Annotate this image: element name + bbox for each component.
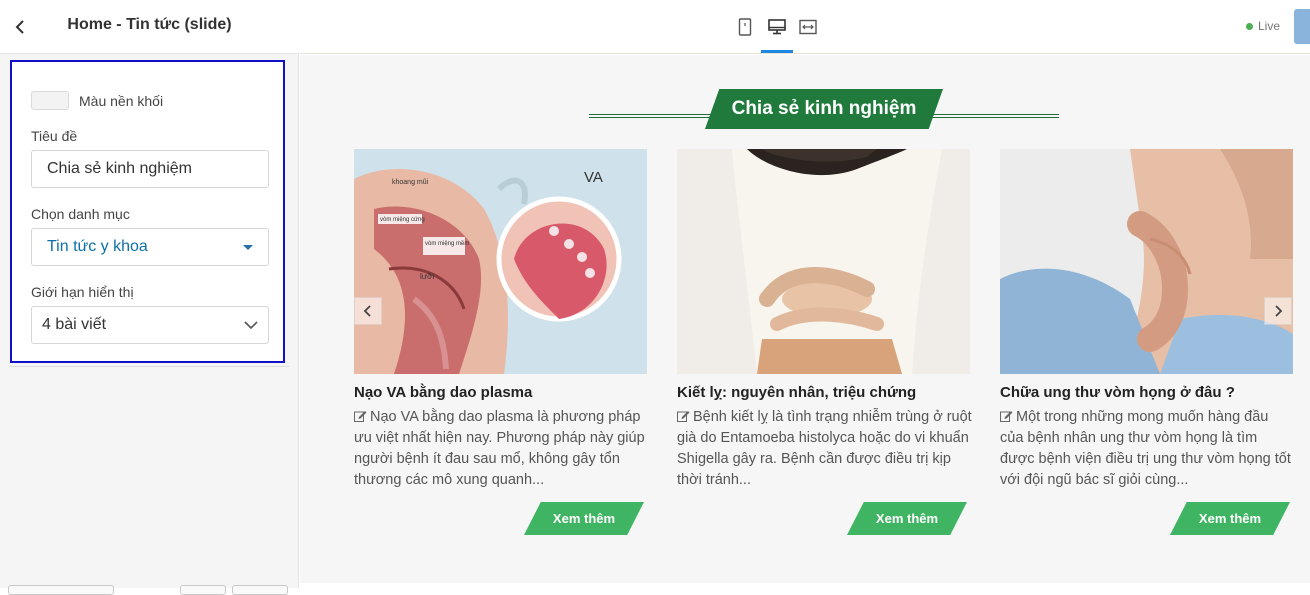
settings-panel: Màu nền khối Tiêu đề Chọn danh mục Tin t… <box>10 60 285 363</box>
card-description: Một trong những mong muốn hàng đầu của b… <box>1000 407 1295 491</box>
card-image-va[interactable]: VA khoang mũi vòm miệng cứng vòm miệng m… <box>354 149 647 374</box>
label-va: VA <box>584 169 603 186</box>
footer-button-mid[interactable] <box>180 585 226 595</box>
footer-button-left[interactable] <box>8 585 114 595</box>
title-label: Tiêu đề <box>31 128 78 144</box>
heading-line-right <box>930 114 1059 115</box>
read-more-button[interactable]: Xem thêm <box>1170 502 1290 535</box>
sidebar-header: Home - Tin tức (slide) <box>0 0 299 54</box>
news-card: Chữa ung thư vòm họng ở đâu ? Một trong … <box>1000 149 1293 535</box>
section-heading: Chia sẻ kinh nghiệm <box>705 89 943 129</box>
heading-line-left <box>589 114 719 115</box>
fullwidth-icon <box>799 19 817 35</box>
title-input[interactable] <box>31 150 269 188</box>
limit-select[interactable]: 4 bài viết <box>31 306 269 344</box>
slider-next-button[interactable] <box>1264 297 1292 325</box>
chevron-down-icon <box>244 320 258 329</box>
card-description-text: Một trong những mong muốn hàng đầu của b… <box>1000 409 1291 488</box>
card-title[interactable]: Chữa ung thư vòm họng ở đâu ? <box>1000 384 1300 401</box>
publish-button[interactable] <box>1294 9 1310 44</box>
news-card: Kiết lỵ: nguyên nhân, triệu chứng Bệnh k… <box>677 149 972 535</box>
footer-button-right[interactable] <box>232 585 288 595</box>
throat-pain-photo <box>1000 149 1293 374</box>
read-more-button[interactable]: Xem thêm <box>524 502 644 535</box>
device-mobile-button[interactable] <box>732 14 758 40</box>
caret-down-icon <box>243 244 253 250</box>
card-description: Bệnh kiết lỵ là tình trạng nhiễm trùng ở… <box>677 407 972 491</box>
heading-line-right-2 <box>930 117 1059 118</box>
card-image-dysentery[interactable] <box>677 149 970 374</box>
bg-color-row: Màu nền khối <box>31 91 163 110</box>
label-hard-palate: vòm miệng cứng <box>380 217 425 223</box>
heading-line-left-2 <box>589 117 719 118</box>
device-fullwidth-button[interactable] <box>795 14 821 40</box>
label-nasal: khoang mũi <box>392 179 429 186</box>
device-desktop-button[interactable] <box>764 14 790 40</box>
sidebar-footer <box>0 574 299 595</box>
label-soft-palate: vòm miệng mềm <box>425 241 469 247</box>
preview-toolbar: Live <box>300 0 1310 54</box>
stomach-ache-photo <box>677 149 970 374</box>
label-tongue: lưỡi <box>420 272 434 281</box>
card-description: Nạo VA bằng dao plasma là phương pháp ưu… <box>354 407 649 491</box>
news-card: VA khoang mũi vòm miệng cứng vòm miệng m… <box>354 149 647 535</box>
mobile-icon <box>738 18 752 36</box>
sidebar-title: Home - Tin tức (slide) <box>67 16 232 33</box>
slider-prev-button[interactable] <box>354 297 382 325</box>
category-label: Chọn danh mục <box>31 206 130 222</box>
edit-icon <box>677 411 690 422</box>
edit-icon <box>354 411 367 422</box>
card-description-text: Nạo VA bằng dao plasma là phương pháp ưu… <box>354 409 645 488</box>
live-status: Live <box>1246 19 1280 33</box>
panel-divider <box>9 365 289 367</box>
category-value: Tin tức y khoa <box>47 238 148 255</box>
preview-canvas: Chia sẻ kinh nghiệm VA khoang mũi vòm mi… <box>300 55 1310 588</box>
card-image-throat[interactable] <box>1000 149 1293 374</box>
card-description-text: Bệnh kiết lỵ là tình trạng nhiễm trùng ở… <box>677 409 972 488</box>
settings-sidebar: Home - Tin tức (slide) Màu nền khối Tiêu… <box>0 0 299 595</box>
chevron-right-icon <box>1275 305 1283 317</box>
edit-icon <box>1000 411 1013 422</box>
read-more-button[interactable]: Xem thêm <box>847 502 967 535</box>
active-device-indicator <box>761 50 793 53</box>
card-title[interactable]: Kiết lỵ: nguyên nhân, triệu chứng <box>677 384 977 401</box>
bg-color-picker[interactable] <box>31 91 69 110</box>
chevron-left-icon <box>363 305 371 317</box>
bg-color-label: Màu nền khối <box>79 92 164 109</box>
live-label: Live <box>1258 19 1281 33</box>
category-select[interactable]: Tin tức y khoa <box>31 228 269 266</box>
card-title[interactable]: Nạo VA bằng dao plasma <box>354 384 654 401</box>
live-dot-icon <box>1246 22 1253 30</box>
anatomy-illustration: VA khoang mũi vòm miệng cứng vòm miệng m… <box>354 149 647 374</box>
limit-value: 4 bài viết <box>42 316 107 333</box>
canvas-bottom-strip <box>300 583 1310 588</box>
desktop-icon <box>768 19 786 35</box>
limit-label: Giới hạn hiển thị <box>31 284 134 300</box>
